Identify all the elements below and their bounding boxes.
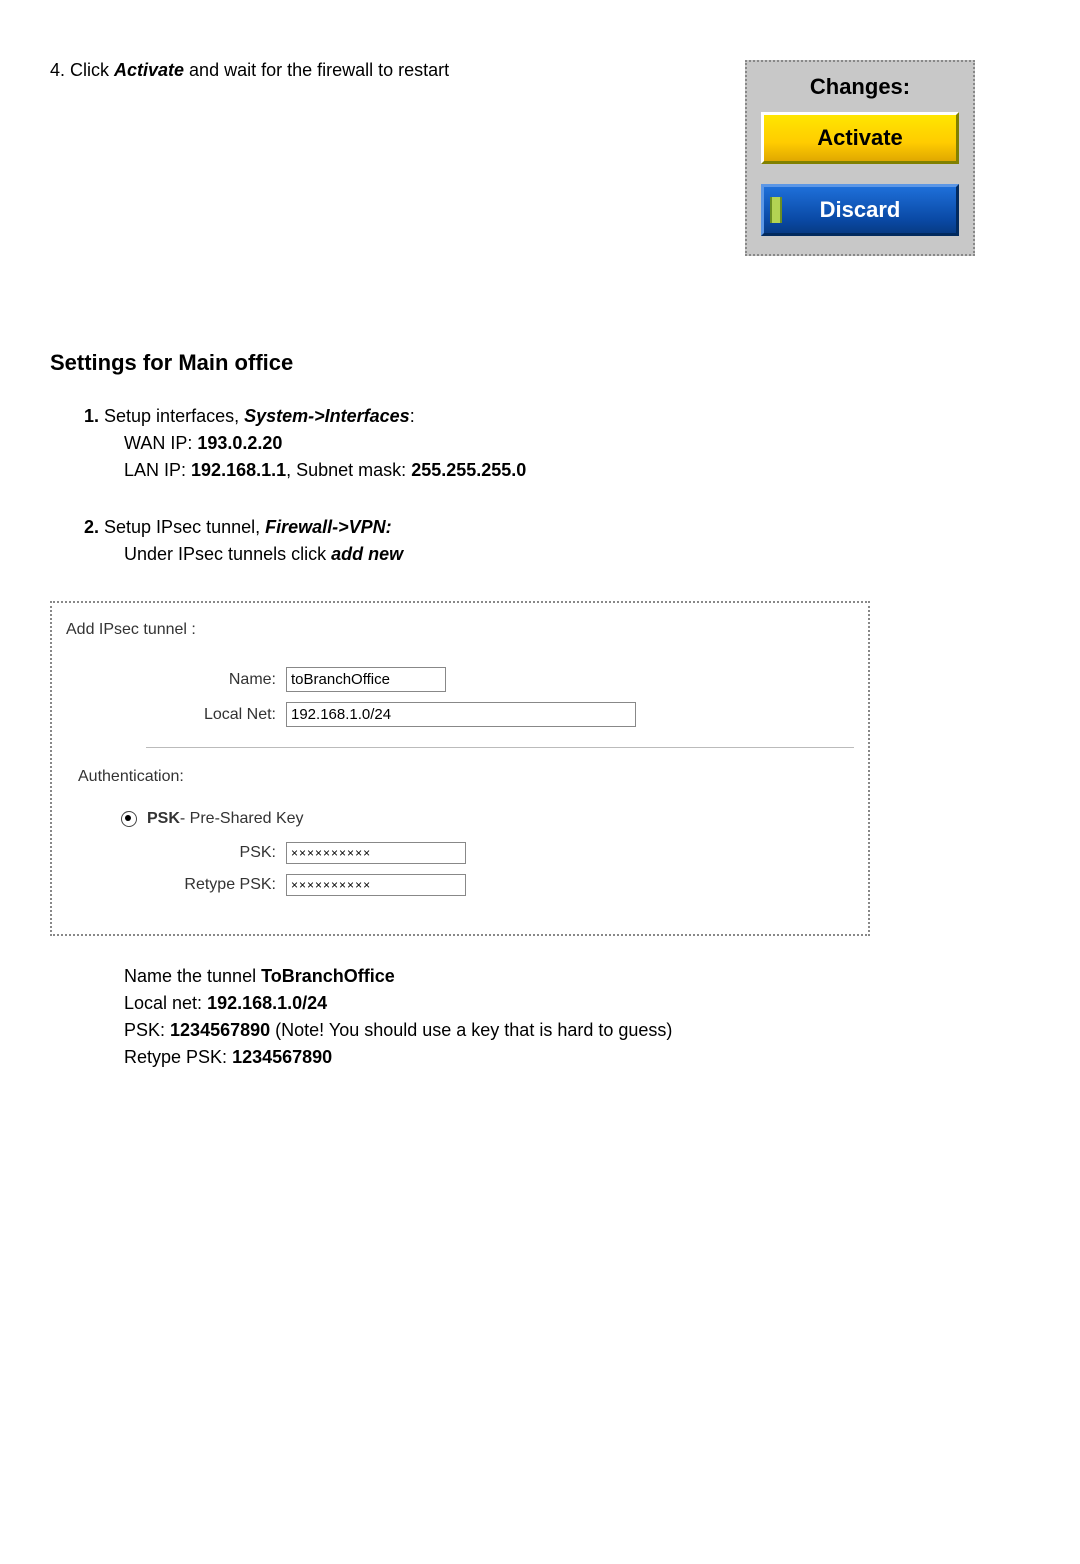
retype-psk-prefix: Retype PSK: <box>124 1047 232 1067</box>
discard-button[interactable]: Discard <box>761 184 959 236</box>
name-label: Name: <box>66 671 286 689</box>
name-tunnel-value: ToBranchOffice <box>261 966 395 986</box>
psk-label: PSK: <box>66 844 286 862</box>
psk-bold: PSK <box>147 810 180 827</box>
psk-value-prefix: PSK: <box>124 1020 170 1040</box>
step1-num: 1. <box>84 406 99 426</box>
wan-ip: 193.0.2.20 <box>197 433 282 453</box>
post-panel-instructions: Name the tunnel ToBranchOffice Local net… <box>124 966 1030 1068</box>
step-2: 2. Setup IPsec tunnel, Firewall->VPN: Un… <box>84 517 1030 565</box>
step2-sub-bold: add new <box>331 544 403 564</box>
changes-title: Changes: <box>761 74 959 100</box>
section-heading: Settings for Main office <box>50 350 1030 376</box>
psk-input[interactable] <box>286 842 466 864</box>
step1-colon: : <box>410 406 415 426</box>
psk-value: 1234567890 <box>170 1020 270 1040</box>
tunnel-name-input[interactable] <box>286 667 446 692</box>
step1-text: Setup interfaces, <box>99 406 244 426</box>
lan-mid: , Subnet mask: <box>286 460 411 480</box>
step2-num: 2. <box>84 517 99 537</box>
localnet-value: 192.168.1.0/24 <box>207 993 327 1013</box>
add-ipsec-tunnel-panel: Add IPsec tunnel : Name: Local Net: Auth… <box>50 601 870 936</box>
psk-note: (Note! You should use a key that is hard… <box>270 1020 672 1040</box>
divider <box>146 747 854 748</box>
lan-mask: 255.255.255.0 <box>411 460 526 480</box>
changes-panel: Changes: Activate Discard <box>745 60 975 256</box>
step4-prefix: 4. Click <box>50 60 114 80</box>
localnet-label: Local Net: <box>66 706 286 724</box>
step4-suffix: and wait for the firewall to restart <box>184 60 449 80</box>
localnet-prefix: Local net: <box>124 993 207 1013</box>
step4-bold: Activate <box>114 60 184 80</box>
lan-prefix: LAN IP: <box>124 460 191 480</box>
step-1: 1. Setup interfaces, System->Interfaces:… <box>84 406 1030 481</box>
psk-radio[interactable] <box>121 811 137 827</box>
step1-menu: System->Interfaces <box>244 406 410 426</box>
authentication-heading: Authentication: <box>78 768 854 786</box>
name-tunnel-prefix: Name the tunnel <box>124 966 261 986</box>
retype-psk-label: Retype PSK: <box>66 876 286 894</box>
lan-ip: 192.168.1.1 <box>191 460 286 480</box>
activate-button[interactable]: Activate <box>761 112 959 164</box>
step2-text: Setup IPsec tunnel, <box>99 517 265 537</box>
ipsec-panel-title: Add IPsec tunnel : <box>66 621 854 639</box>
retype-psk-input[interactable] <box>286 874 466 896</box>
retype-psk-value: 1234567890 <box>232 1047 332 1067</box>
wan-prefix: WAN IP: <box>124 433 197 453</box>
step2-sub-prefix: Under IPsec tunnels click <box>124 544 331 564</box>
step2-menu: Firewall->VPN: <box>265 517 392 537</box>
local-net-input[interactable] <box>286 702 636 727</box>
psk-desc: - Pre-Shared Key <box>180 810 304 828</box>
